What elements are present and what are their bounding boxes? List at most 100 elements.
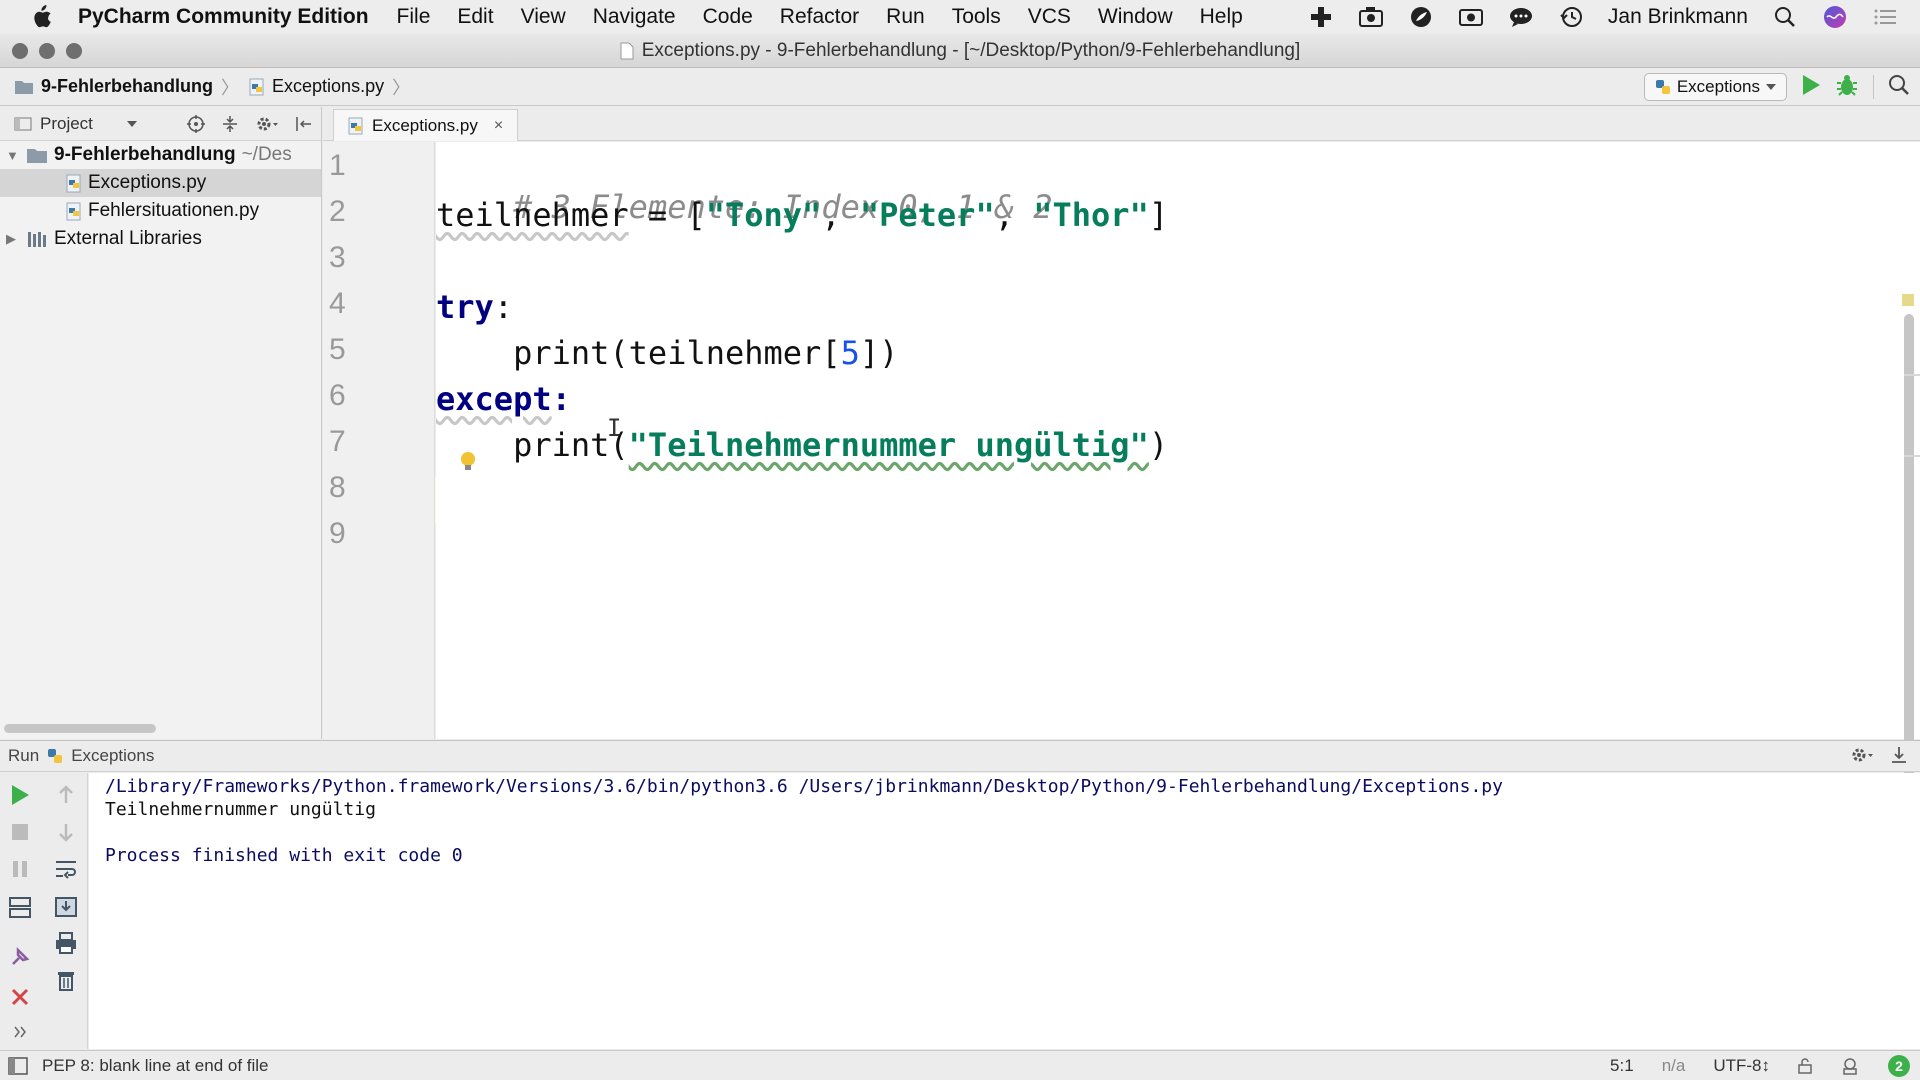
tree-item-project-root[interactable]: ▼ 9-Fehlerbehandlung ~/Des	[0, 141, 321, 169]
video-icon[interactable]	[1458, 5, 1484, 29]
line-separator-indicator[interactable]: n/a	[1662, 1056, 1686, 1076]
spotlight-search-icon[interactable]	[1772, 5, 1798, 29]
clear-all-button[interactable]	[52, 966, 80, 994]
close-tab-icon[interactable]: ×	[494, 117, 503, 135]
pause-button[interactable]	[6, 855, 34, 883]
folder-icon	[26, 147, 48, 164]
file-encoding[interactable]: UTF-8↕	[1713, 1056, 1770, 1076]
apple-icon[interactable]	[30, 5, 52, 29]
leaf-icon[interactable]	[1408, 5, 1434, 29]
code-punct: )	[1148, 426, 1169, 464]
hide-panel-icon[interactable]	[1890, 745, 1908, 765]
app-name[interactable]: PyCharm Community Edition	[78, 5, 369, 29]
project-view-select[interactable]: Project	[40, 114, 93, 134]
history-icon[interactable]	[1558, 5, 1584, 29]
tool-windows-icon[interactable]	[8, 1056, 28, 1075]
pin-tab-button[interactable]	[6, 943, 34, 971]
collapse-all-icon[interactable]	[221, 115, 239, 133]
code-editor[interactable]: # 3 Elemente: Index 0, 1 & 2 teilnehmer …	[436, 142, 1920, 822]
run-icon	[12, 785, 29, 805]
menu-file[interactable]: File	[397, 5, 431, 29]
scroll-up-button[interactable]	[52, 781, 80, 809]
print-button[interactable]	[52, 929, 80, 957]
code-string: "Thor"	[1033, 196, 1149, 234]
search-everywhere-button[interactable]	[1888, 74, 1910, 101]
run-console-output[interactable]: /Library/Frameworks/Python.framework/Ver…	[89, 773, 1920, 1049]
menu-tools[interactable]: Tools	[952, 5, 1001, 29]
inspection-status-marker[interactable]	[1902, 294, 1914, 306]
run-panel-title[interactable]: Run	[8, 746, 39, 766]
expand-arrow-icon[interactable]: ▼	[6, 148, 20, 163]
menu-refactor[interactable]: Refactor	[780, 5, 859, 29]
menu-run[interactable]: Run	[886, 5, 925, 29]
scrollbar-marker[interactable]	[1904, 455, 1920, 457]
close-run-button[interactable]	[6, 983, 34, 1011]
navigation-bar: 9-Fehlerbehandlung 〉 Exceptions.py 〉 Exc…	[0, 68, 1920, 106]
gear-icon[interactable]	[1850, 745, 1874, 765]
code-line-4: try:	[436, 288, 513, 326]
tree-item-exceptions-py[interactable]: Exceptions.py	[0, 169, 321, 197]
siri-icon[interactable]	[1822, 5, 1848, 29]
minimize-window-button[interactable]	[39, 43, 55, 59]
breadcrumb-file[interactable]: Exceptions.py	[249, 76, 384, 97]
locate-target-icon[interactable]	[187, 114, 205, 133]
inspector-icon[interactable]	[1840, 1056, 1860, 1076]
breadcrumb-project[interactable]: 9-Fehlerbehandlung	[14, 76, 213, 97]
menu-edit[interactable]: Edit	[457, 5, 493, 29]
run-icon	[1803, 74, 1820, 95]
hide-panel-icon[interactable]	[295, 115, 313, 133]
stop-button[interactable]	[6, 818, 34, 846]
tree-item-label: 9-Fehlerbehandlung	[54, 144, 236, 165]
console-line: Process finished with exit code 0	[105, 845, 463, 866]
user-name[interactable]: Jan Brinkmann	[1608, 5, 1748, 29]
tree-item-label: External Libraries	[54, 228, 202, 249]
notification-list-icon[interactable]	[1872, 5, 1898, 29]
event-log-badge[interactable]: 2	[1888, 1055, 1910, 1077]
more-tools-button[interactable]	[6, 1018, 34, 1046]
arrow-up-icon	[59, 785, 73, 803]
zoom-window-button[interactable]	[66, 43, 82, 59]
line-number: 3	[329, 241, 346, 274]
project-horizontal-scrollbar[interactable]	[4, 724, 156, 733]
menu-view[interactable]: View	[521, 5, 566, 29]
python-file-icon	[348, 117, 363, 134]
caret-position[interactable]: 5:1	[1610, 1056, 1634, 1076]
lock-icon[interactable]	[1798, 1058, 1812, 1074]
chat-icon[interactable]	[1508, 5, 1534, 29]
plus-icon[interactable]	[1308, 5, 1334, 29]
run-configuration-select[interactable]: Exceptions	[1643, 73, 1787, 101]
status-bar: PEP 8: blank line at end of file 5:1 n/a…	[0, 1050, 1920, 1080]
tree-item-fehlersituationen-py[interactable]: Fehlersituationen.py	[0, 197, 321, 225]
run-panel-config-tab[interactable]: Exceptions	[71, 746, 154, 766]
rerun-button[interactable]	[6, 781, 34, 809]
code-identifier: teilnehmer	[436, 196, 629, 234]
menu-vcs[interactable]: VCS	[1028, 5, 1071, 29]
soft-wrap-button[interactable]	[52, 855, 80, 883]
chevron-down-icon[interactable]	[126, 120, 137, 128]
menu-code[interactable]: Code	[703, 5, 753, 29]
tree-item-label: Exceptions.py	[88, 172, 207, 193]
scroll-down-button[interactable]	[52, 818, 80, 846]
editor-tab-label: Exceptions.py	[372, 115, 478, 135]
python-icon	[48, 749, 63, 763]
scrollbar-marker[interactable]	[1904, 374, 1920, 376]
camera-icon[interactable]	[1358, 5, 1384, 29]
tree-item-external-libraries[interactable]: ▶ External Libraries	[0, 225, 321, 253]
menu-help[interactable]: Help	[1200, 5, 1243, 29]
menu-window[interactable]: Window	[1098, 5, 1173, 29]
menu-navigate[interactable]: Navigate	[593, 5, 676, 29]
debug-button[interactable]	[1835, 73, 1859, 102]
restore-layout-button[interactable]	[6, 893, 34, 921]
tree-item-label: Fehlersituationen.py	[88, 200, 260, 221]
gear-icon[interactable]	[255, 115, 279, 133]
chevron-double-right-icon	[14, 1026, 26, 1038]
close-window-button[interactable]	[12, 43, 28, 59]
intention-bulb-icon[interactable]	[459, 450, 477, 479]
tree-item-path: ~/Des	[241, 144, 292, 165]
scroll-to-end-button[interactable]	[52, 893, 80, 921]
project-panel-header: Project	[0, 107, 321, 141]
run-button[interactable]	[1801, 74, 1821, 101]
editor-tab-exceptions-py[interactable]: Exceptions.py ×	[333, 109, 519, 141]
expand-arrow-icon[interactable]: ▶	[6, 231, 20, 247]
